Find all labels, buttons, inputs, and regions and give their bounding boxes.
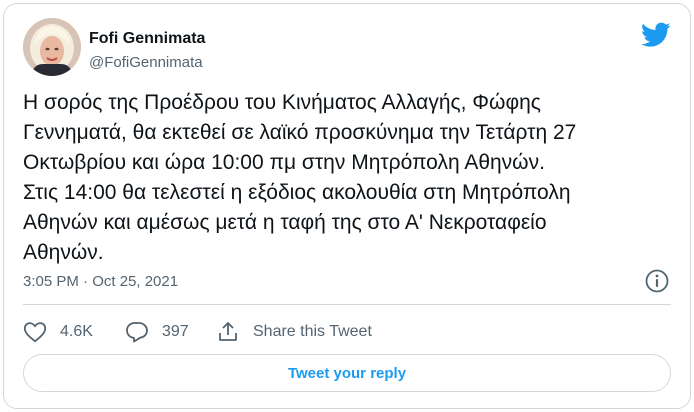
tweet-your-reply-button[interactable]: Tweet your reply [23, 354, 671, 392]
avatar[interactable] [23, 18, 81, 76]
speech-bubble-icon [126, 322, 148, 343]
share-icon [219, 322, 237, 341]
tweet-header: Fofi Gennimata @FofiGennimata [23, 18, 671, 80]
like-count: 4.6K [60, 323, 93, 340]
like-button[interactable]: 4.6K [23, 317, 93, 347]
tweet-actions: 4.6K 397 Share this Tweet [23, 317, 671, 347]
info-icon[interactable] [644, 268, 670, 294]
tweet-card: Fofi Gennimata @FofiGennimata Η σορός τη… [3, 3, 691, 409]
share-button[interactable]: Share this Tweet [216, 317, 372, 347]
twitter-bird-icon[interactable] [641, 22, 671, 48]
author-handle[interactable]: @FofiGennimata [89, 54, 203, 71]
reply-button[interactable]: 397 [125, 317, 189, 347]
tweet-timestamp[interactable]: 3:05 PM · Oct 25, 2021 [23, 273, 178, 290]
profile-photo [23, 18, 81, 76]
author-name[interactable]: Fofi Gennimata [89, 30, 205, 48]
divider [23, 304, 671, 305]
tweet-text: Η σορός της Προέδρου του Κινήματος Αλλαγ… [23, 91, 577, 264]
heart-icon [23, 322, 47, 343]
share-label: Share this Tweet [253, 323, 372, 340]
reply-count: 397 [162, 323, 189, 340]
